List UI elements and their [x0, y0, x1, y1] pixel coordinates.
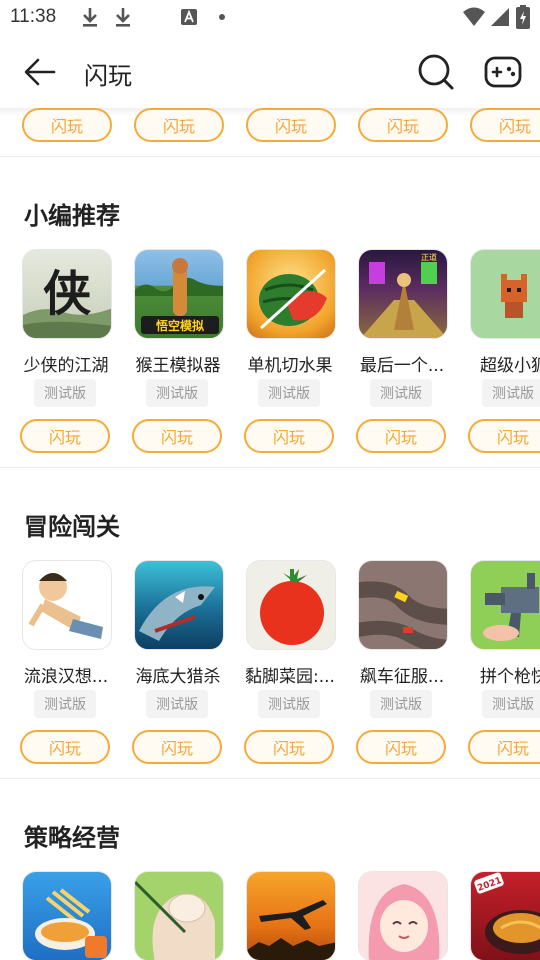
content-scroll[interactable]: 闪玩 闪玩 闪玩 闪玩 闪玩 小编推荐 侠 少侠的江湖 测试版 闪玩 悟空模拟 [0, 108, 540, 960]
game-icon[interactable]: 正道 [358, 249, 448, 339]
beta-badge: 测试版 [34, 690, 96, 718]
game-icon[interactable] [358, 871, 448, 960]
beta-badge: 测试版 [146, 379, 208, 407]
game-name: 流浪汉想... [23, 667, 109, 687]
game-icon[interactable]: 悟空模拟 [134, 249, 224, 339]
game-icon[interactable] [246, 249, 336, 339]
top-play-row: 闪玩 闪玩 闪玩 闪玩 闪玩 [0, 108, 540, 152]
play-button[interactable]: 闪玩 [22, 108, 112, 142]
beta-badge: 测试版 [370, 690, 432, 718]
beta-badge: 测试版 [370, 379, 432, 407]
play-button[interactable]: 闪玩 [356, 419, 446, 453]
play-button[interactable]: 闪玩 [20, 419, 110, 453]
download-icon [116, 8, 130, 27]
game-name: 超级小狐 [480, 356, 540, 376]
app-header: 闪玩 [0, 36, 540, 108]
beta-badge: 测试版 [482, 690, 540, 718]
game-icon[interactable] [134, 871, 224, 960]
game-icon[interactable]: 侠 [22, 249, 112, 339]
play-button[interactable]: 闪玩 [246, 108, 336, 142]
game-name: 猴王模拟器 [135, 356, 221, 376]
icon-label: 侠 [43, 266, 92, 322]
dot-icon [219, 14, 225, 20]
game-icon[interactable]: 2021 [470, 871, 540, 960]
play-button[interactable]: 闪玩 [132, 419, 222, 453]
search-icon[interactable] [414, 50, 458, 94]
battery-icon [516, 5, 530, 29]
play-button[interactable]: 闪玩 [244, 730, 334, 764]
game-name: 拼个枪快 [480, 667, 540, 687]
play-button[interactable]: 闪玩 [132, 730, 222, 764]
play-button[interactable]: 闪玩 [358, 108, 448, 142]
game-name: 单机切水果 [247, 356, 333, 376]
a-icon [181, 9, 197, 25]
signal-icon [491, 8, 509, 26]
game-icon[interactable] [470, 560, 540, 650]
wifi-icon [463, 7, 485, 26]
divider [0, 467, 540, 468]
game-icon[interactable] [470, 249, 540, 339]
beta-badge: 测试版 [258, 690, 320, 718]
beta-badge: 测试版 [34, 379, 96, 407]
divider [0, 156, 540, 157]
divider [0, 778, 540, 779]
game-name: 最后一个... [359, 356, 445, 376]
game-icon[interactable] [22, 871, 112, 960]
section-title: 小编推荐 [24, 202, 120, 230]
section-title: 冒险闯关 [24, 513, 120, 541]
play-button[interactable]: 闪玩 [356, 730, 446, 764]
download-icon [83, 8, 97, 27]
icon-label: 正道 [421, 252, 437, 262]
game-name: 海底大猎杀 [135, 667, 221, 687]
status-time: 11:38 [10, 6, 57, 27]
game-icon[interactable] [134, 560, 224, 650]
play-button[interactable]: 闪玩 [470, 108, 540, 142]
gamepad-icon[interactable] [480, 50, 526, 94]
icon-label: 2021 [476, 876, 503, 894]
play-button[interactable]: 闪玩 [468, 419, 540, 453]
game-icon[interactable] [358, 560, 448, 650]
beta-badge: 测试版 [146, 690, 208, 718]
beta-badge: 测试版 [482, 379, 540, 407]
game-name: 飙车征服... [359, 667, 445, 687]
beta-badge: 测试版 [258, 379, 320, 407]
play-button[interactable]: 闪玩 [244, 419, 334, 453]
page-title: 闪玩 [84, 62, 132, 90]
game-name: 少侠的江湖 [23, 356, 109, 376]
play-button[interactable]: 闪玩 [134, 108, 224, 142]
game-icon[interactable] [246, 871, 336, 960]
game-name: 黏脚菜园:... [245, 667, 335, 687]
icon-label: 悟空模拟 [156, 318, 204, 333]
arrow-left-icon[interactable] [18, 50, 62, 94]
game-icon[interactable] [246, 560, 336, 650]
play-button[interactable]: 闪玩 [20, 730, 110, 764]
section-title: 策略经营 [24, 824, 120, 852]
play-button[interactable]: 闪玩 [468, 730, 540, 764]
status-bar: 11:38 [0, 0, 540, 36]
game-icon[interactable] [22, 560, 112, 650]
